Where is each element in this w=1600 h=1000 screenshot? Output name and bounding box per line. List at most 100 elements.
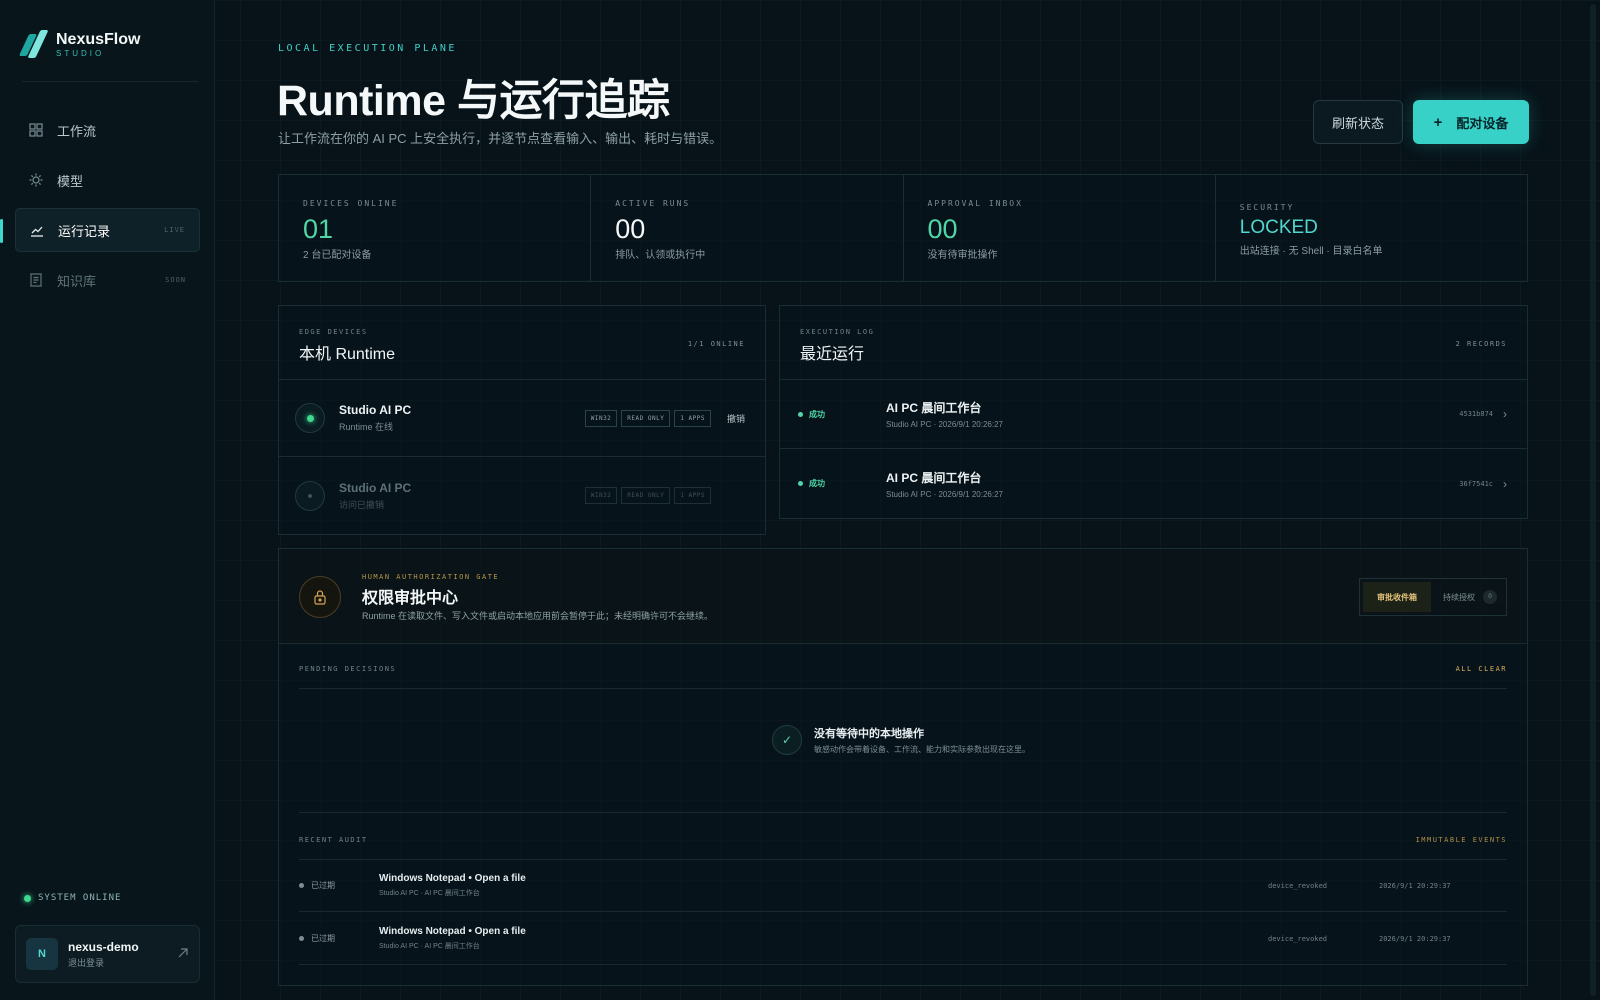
stat-active-runs: ACTIVE RUNS 00 排队、认领或执行中 [591,175,904,281]
device-name: Studio AI PC [339,480,412,495]
brand-name: NexusFlow [56,31,141,48]
run-row[interactable]: 成功 AI PC 晨间工作台 Studio AI PC · 2026/9/1 2… [780,449,1527,518]
pair-device-button[interactable]: + 配对设备 [1413,100,1529,144]
expired-dot-icon [299,883,304,888]
panel-title: 最近运行 [800,346,865,363]
stat-value: 00 [615,214,646,244]
run-meta: Studio AI PC · 2026/9/1 20:26:27 [886,489,1003,499]
stat-security: SECURITY LOCKED 出站连接 · 无 Shell · 目录白名单 [1216,175,1527,281]
stat-note: 2 台已配对设备 [303,250,372,261]
devices-panel: EDGE DEVICES 本机 Runtime 1/1 ONLINE Studi… [278,305,766,535]
stat-value: LOCKED [1239,217,1318,238]
audit-meta: Studio AI PC · AI PC 晨间工作台 [379,943,480,950]
brand[interactable]: NexusFlow STUDIO [18,30,141,60]
tab-label: 持续授权 [1443,592,1475,602]
page-eyebrow: LOCAL EXECUTION PLANE [278,43,457,54]
stat-approval-inbox: APPROVAL INBOX 00 没有待审批操作 [904,175,1216,281]
status-badge: 成功 [798,409,886,420]
permission-chip: READ ONLY [621,487,671,504]
online-status-icon [295,403,325,433]
sidebar-item-knowledge[interactable]: 知识库 SOON [15,258,200,302]
apps-chip: 1 APPS [674,409,711,427]
status-label: 成功 [809,409,825,419]
success-dot-icon [798,481,803,486]
audit-title: Windows Notepad • Open a file [379,873,526,884]
permission-chip: READ ONLY [621,409,671,427]
external-arrow-icon[interactable] [177,946,189,962]
panel-eyebrow: EDGE DEVICES [299,328,368,336]
sidebar-item-label: 知识库 [57,273,97,289]
page-scrollbar[interactable] [1590,4,1596,996]
device-status: Runtime 在线 [339,422,394,432]
runs-panel: EXECUTION LOG 最近运行 2 RECORDS 成功 AI PC 晨间… [779,305,1528,519]
tab-approval-inbox[interactable]: 审批收件箱 [1363,582,1431,612]
audit-event: device_revoked [1268,934,1328,943]
logout-link[interactable]: 退出登录 [68,956,139,969]
status-dot-icon [24,894,31,902]
lock-icon [299,576,341,618]
grants-count-badge: 0 [1483,590,1497,604]
sidebar-item-workflows[interactable]: 工作流 [15,108,200,152]
audit-row[interactable]: 已过期 Windows Notepad • Open a file Studio… [299,913,1507,965]
devices-panel-header: EDGE DEVICES 本机 Runtime 1/1 ONLINE [279,306,765,380]
device-row[interactable]: Studio AI PC 访问已撤销 WIN32 READ ONLY 1 APP… [279,457,765,534]
approval-description: Runtime 在读取文件、写入文件或启动本地应用前会暂停于此；未经明确许可不会… [362,611,714,621]
stat-devices-online: DEVICES ONLINE 01 2 台已配对设备 [279,175,592,281]
run-name: AI PC 晨间工作台 [886,470,982,485]
audit-time: 2026/9/1 20:29:37 [1379,881,1451,890]
status-badge: 已过期 [299,880,379,891]
brand-sub: STUDIO [56,49,105,58]
sun-icon [29,173,43,187]
document-icon [29,273,43,287]
status-badge: 已过期 [299,933,379,944]
stat-note: 出站连接 · 无 Shell · 目录白名单 [1239,246,1383,257]
stat-label: DEVICES ONLINE [303,199,399,208]
online-count: 1/1 ONLINE [687,340,745,348]
stat-label: APPROVAL INBOX [927,199,1023,208]
run-meta: Studio AI PC · 2026/9/1 20:26:27 [886,420,1003,429]
sidebar-item-label: 工作流 [57,123,97,139]
status-badge: 成功 [798,478,886,489]
sidebar-item-models[interactable]: 模型 [15,158,200,202]
stat-note: 排队、认领或执行中 [615,250,706,261]
sidebar-item-label: 模型 [57,173,84,189]
platform-chip: WIN32 [584,409,618,427]
chevron-right-icon[interactable]: › [1503,477,1507,491]
approval-center-panel: HUMAN AUTHORIZATION GATE 权限审批中心 Runtime … [278,548,1528,986]
grid-icon [29,123,43,137]
panel-title: 本机 Runtime [299,346,396,363]
audit-meta: Studio AI PC · AI PC 晨间工作台 [379,890,480,897]
approval-title: 权限审批中心 [362,590,459,607]
audit-title: Windows Notepad • Open a file [379,926,526,937]
runs-panel-header: EXECUTION LOG 最近运行 2 RECORDS [780,306,1527,380]
revoke-button[interactable]: 撤销 [727,412,749,425]
all-clear-status: ALL CLEAR [1455,665,1507,673]
stat-value: 01 [303,214,334,244]
empty-subtitle: 敏感动作会带着设备、工作流、能力和实际参数出现在这里。 [814,745,1030,754]
divider [299,812,1507,813]
device-row[interactable]: Studio AI PC Runtime 在线 WIN32 READ ONLY … [279,380,765,457]
expired-dot-icon [299,936,304,941]
user-name: nexus-demo [68,939,139,954]
user-card[interactable]: N nexus-demo 退出登录 [15,925,200,983]
avatar: N [26,938,58,970]
refresh-status-button[interactable]: 刷新状态 [1313,100,1403,144]
system-status-label: SYSTEM ONLINE [38,893,122,903]
stat-label: ACTIVE RUNS [615,199,691,208]
status-label: 已过期 [311,881,335,890]
pair-device-label: 配对设备 [1456,115,1509,131]
tab-persistent-grants[interactable]: 持续授权 0 [1431,590,1497,604]
soon-badge: SOON [165,276,186,284]
page-subtitle: 让工作流在你的 AI PC 上安全执行，并逐节点查看输入、输出、耗时与错误。 [278,131,723,146]
sidebar-item-runs[interactable]: 运行记录 LIVE [0,208,200,252]
system-status: SYSTEM ONLINE [24,893,121,903]
run-id: 4531b874 [1459,410,1493,418]
status-label: 成功 [809,479,825,488]
run-row[interactable]: 成功 AI PC 晨间工作台 Studio AI PC · 2026/9/1 2… [780,380,1527,449]
audit-event: device_revoked [1268,881,1328,890]
pending-decisions-label: PENDING DECISIONS [299,665,397,673]
immutable-events-tag: IMMUTABLE EVENTS [1415,836,1507,844]
chevron-right-icon[interactable]: › [1503,407,1507,421]
audit-row[interactable]: 已过期 Windows Notepad • Open a file Studio… [299,860,1507,912]
stat-note: 没有待审批操作 [927,250,998,261]
